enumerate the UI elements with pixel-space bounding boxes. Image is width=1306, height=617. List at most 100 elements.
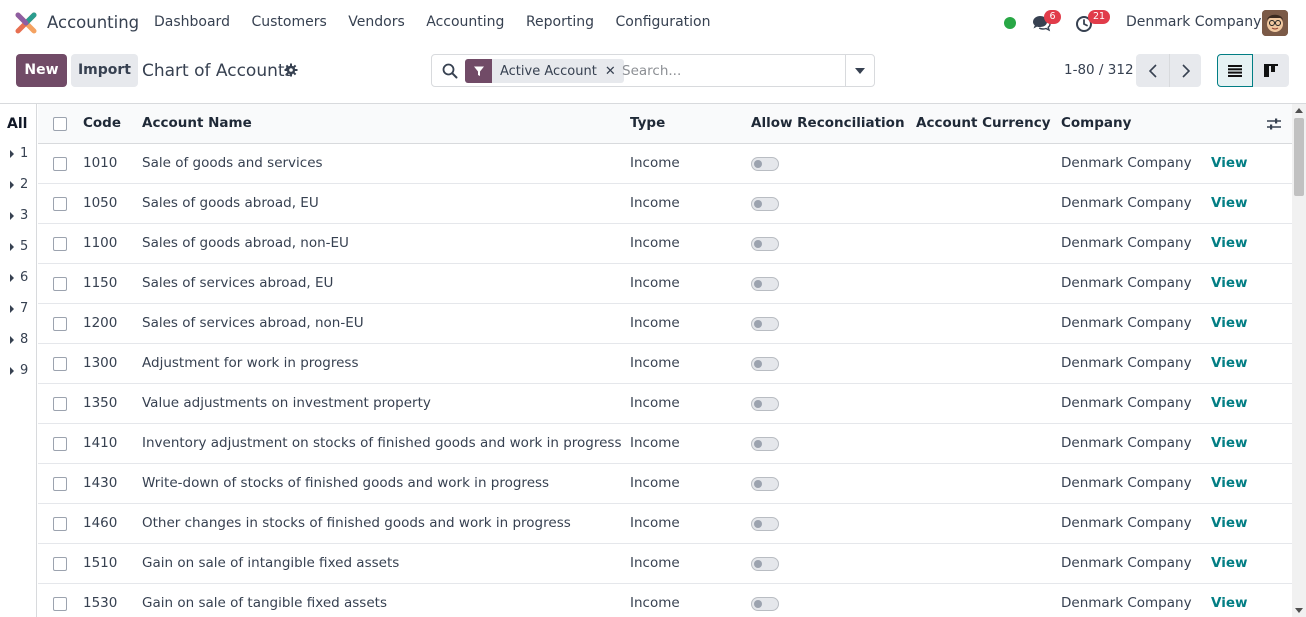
- sidebar-group-1[interactable]: 1: [10, 146, 28, 161]
- table-row[interactable]: 1350 Value adjustments on investment prop…: [38, 384, 1292, 424]
- optional-columns-icon[interactable]: [1266, 116, 1282, 132]
- column-header-account-currency[interactable]: Account Currency: [916, 115, 1051, 131]
- menu-accounting[interactable]: Accounting: [426, 14, 504, 30]
- menu-vendors[interactable]: Vendors: [348, 14, 404, 30]
- cell-account-name: Adjustment for work in progress: [142, 355, 359, 371]
- row-checkbox[interactable]: [53, 197, 67, 211]
- view-link[interactable]: View: [1211, 515, 1247, 531]
- row-checkbox[interactable]: [53, 317, 67, 331]
- view-link[interactable]: View: [1211, 195, 1247, 211]
- view-link[interactable]: View: [1211, 355, 1247, 371]
- menu-dashboard[interactable]: Dashboard: [154, 14, 230, 30]
- table-row[interactable]: 1510 Gain on sale of intangible fixed ass…: [38, 544, 1292, 584]
- menu-reporting[interactable]: Reporting: [526, 14, 594, 30]
- column-header-type[interactable]: Type: [630, 115, 665, 131]
- allow-reconciliation-toggle[interactable]: [751, 197, 779, 211]
- menu-customers[interactable]: Customers: [251, 14, 326, 30]
- table-row[interactable]: 1430 Write-down of stocks of finished goo…: [38, 464, 1292, 504]
- column-header-company[interactable]: Company: [1061, 115, 1131, 131]
- accounts-table: Code Account Name Type Allow Reconciliat…: [38, 104, 1292, 617]
- row-checkbox[interactable]: [53, 277, 67, 291]
- search-input[interactable]: [622, 61, 842, 81]
- vertical-scrollbar[interactable]: [1292, 104, 1306, 617]
- row-checkbox[interactable]: [53, 597, 67, 611]
- table-row[interactable]: 1100 Sales of goods abroad, non-EU Income D…: [38, 224, 1292, 264]
- sidebar-group-7[interactable]: 7: [10, 301, 28, 316]
- row-checkbox[interactable]: [53, 517, 67, 531]
- pager-next-button[interactable]: [1169, 54, 1201, 87]
- new-button[interactable]: New: [16, 54, 67, 87]
- online-status-icon[interactable]: [1004, 17, 1016, 29]
- row-checkbox[interactable]: [53, 237, 67, 251]
- row-checkbox[interactable]: [53, 557, 67, 571]
- view-link[interactable]: View: [1211, 435, 1247, 451]
- view-link[interactable]: View: [1211, 555, 1247, 571]
- select-all-checkbox[interactable]: [53, 117, 67, 131]
- cell-code: 1100: [83, 235, 118, 251]
- allow-reconciliation-toggle[interactable]: [751, 357, 779, 371]
- allow-reconciliation-toggle[interactable]: [751, 477, 779, 491]
- cell-code: 1430: [83, 475, 118, 491]
- row-checkbox[interactable]: [53, 157, 67, 171]
- row-checkbox[interactable]: [53, 357, 67, 371]
- view-link[interactable]: View: [1211, 275, 1247, 291]
- view-link[interactable]: View: [1211, 155, 1247, 171]
- sidebar-group-8[interactable]: 8: [10, 332, 28, 347]
- allow-reconciliation-toggle[interactable]: [751, 157, 779, 171]
- sidebar-group-6[interactable]: 6: [10, 270, 28, 285]
- row-checkbox[interactable]: [53, 477, 67, 491]
- allow-reconciliation-toggle[interactable]: [751, 437, 779, 451]
- company-switcher[interactable]: Denmark Company: [1126, 14, 1261, 30]
- cell-code: 1410: [83, 435, 118, 451]
- gear-icon[interactable]: [284, 63, 298, 77]
- table-row[interactable]: 1300 Adjustment for work in progress Incom…: [38, 344, 1292, 384]
- allow-reconciliation-toggle[interactable]: [751, 557, 779, 571]
- view-link[interactable]: View: [1211, 595, 1247, 611]
- table-row[interactable]: 1150 Sales of services abroad, EU Income De…: [38, 264, 1292, 304]
- allow-reconciliation-toggle[interactable]: [751, 317, 779, 331]
- table-row[interactable]: 1460 Other changes in stocks of finished …: [38, 504, 1292, 544]
- table-row[interactable]: 1410 Inventory adjustment on stocks of fi…: [38, 424, 1292, 464]
- pager-value[interactable]: 1-80 / 312: [1064, 62, 1134, 78]
- column-header-allow-reconciliation[interactable]: Allow Reconciliation: [751, 115, 905, 131]
- sidebar-group-5[interactable]: 5: [10, 239, 28, 254]
- search-icon[interactable]: [442, 63, 458, 79]
- allow-reconciliation-toggle[interactable]: [751, 517, 779, 531]
- search-options-toggle[interactable]: [845, 55, 874, 86]
- import-button[interactable]: Import: [71, 54, 138, 87]
- sidebar-item-all[interactable]: All: [7, 116, 27, 132]
- view-link[interactable]: View: [1211, 475, 1247, 491]
- kanban-view-button[interactable]: [1253, 54, 1289, 87]
- table-row[interactable]: 1050 Sales of goods abroad, EU Income Denma…: [38, 184, 1292, 224]
- pager-previous-button[interactable]: [1136, 54, 1169, 87]
- table-row[interactable]: 1010 Sale of goods and services Income Denm…: [38, 144, 1292, 184]
- menu-configuration[interactable]: Configuration: [616, 14, 711, 30]
- column-header-code[interactable]: Code: [83, 115, 121, 131]
- sidebar-group-9[interactable]: 9: [10, 363, 28, 378]
- table-row[interactable]: 1200 Sales of services abroad, non-EU Inco…: [38, 304, 1292, 344]
- allow-reconciliation-toggle[interactable]: [751, 277, 779, 291]
- allow-reconciliation-toggle[interactable]: [751, 597, 779, 611]
- table-row[interactable]: 1530 Gain on sale of tangible fixed asset…: [38, 584, 1292, 617]
- sidebar-group-3[interactable]: 3: [10, 208, 28, 223]
- app-name[interactable]: Accounting: [47, 13, 139, 32]
- cell-type: Income: [630, 195, 680, 211]
- allow-reconciliation-toggle[interactable]: [751, 237, 779, 251]
- scroll-down-arrow-icon[interactable]: [1295, 608, 1303, 613]
- row-checkbox[interactable]: [53, 437, 67, 451]
- column-header-account-name[interactable]: Account Name: [142, 115, 252, 131]
- facet-label: Active Account: [500, 63, 597, 79]
- user-avatar[interactable]: [1262, 10, 1288, 36]
- accounting-app-icon[interactable]: [15, 12, 37, 34]
- list-view-button[interactable]: [1217, 54, 1253, 87]
- scrollbar-thumb[interactable]: [1294, 118, 1304, 196]
- row-checkbox[interactable]: [53, 397, 67, 411]
- view-link[interactable]: View: [1211, 235, 1247, 251]
- view-link[interactable]: View: [1211, 395, 1247, 411]
- scroll-up-arrow-icon[interactable]: [1295, 108, 1303, 113]
- allow-reconciliation-toggle[interactable]: [751, 397, 779, 411]
- sidebar-group-2[interactable]: 2: [10, 177, 28, 192]
- page-title[interactable]: Chart of Accounts: [142, 61, 293, 81]
- remove-facet-icon[interactable]: ✕: [605, 64, 624, 79]
- view-link[interactable]: View: [1211, 315, 1247, 331]
